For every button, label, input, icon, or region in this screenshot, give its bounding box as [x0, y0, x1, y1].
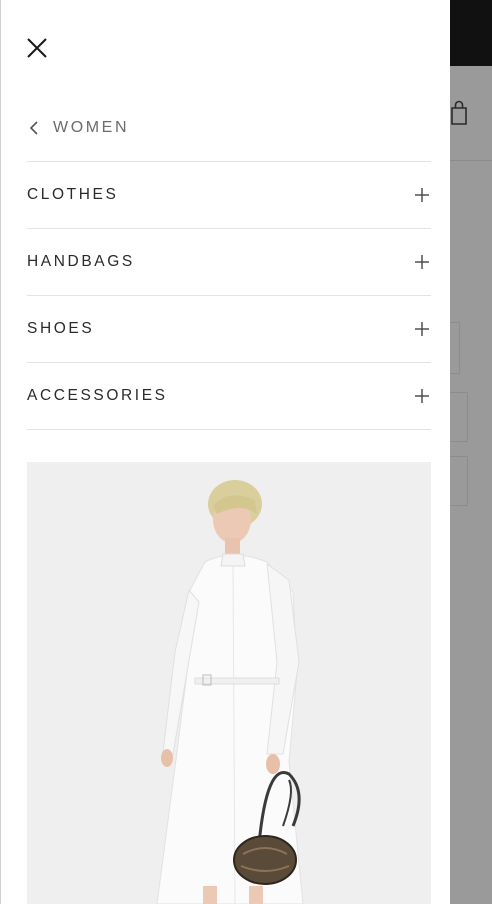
plus-icon: [415, 188, 429, 202]
app-screen: WOMEN CLOTHES HANDBAGS SHOES ACCESSORIES: [0, 0, 492, 904]
menu-item-label: SHOES: [27, 320, 95, 337]
chevron-left-icon: [29, 121, 38, 135]
back-label: WOMEN: [53, 119, 130, 136]
close-button[interactable]: [21, 32, 53, 64]
promo-image[interactable]: [27, 462, 431, 904]
plus-icon: [415, 322, 429, 336]
menu-item-label: CLOTHES: [27, 186, 119, 203]
close-icon: [27, 38, 47, 58]
plus-icon: [415, 389, 429, 403]
shopping-bag-icon[interactable]: [448, 100, 470, 126]
menu-item-shoes[interactable]: SHOES: [27, 296, 431, 363]
menu-item-label: HANDBAGS: [27, 253, 135, 270]
background-divider: [450, 160, 492, 161]
background-top-bar: [450, 0, 492, 66]
menu-item-handbags[interactable]: HANDBAGS: [27, 229, 431, 296]
back-button[interactable]: WOMEN: [27, 112, 129, 144]
menu-item-label: ACCESSORIES: [27, 387, 168, 404]
category-menu: CLOTHES HANDBAGS SHOES ACCESSORIES: [27, 161, 431, 430]
model-photo: [156, 480, 304, 904]
navigation-drawer: WOMEN CLOTHES HANDBAGS SHOES ACCESSORIES: [0, 0, 450, 904]
plus-icon: [415, 255, 429, 269]
menu-item-clothes[interactable]: CLOTHES: [27, 162, 431, 229]
menu-item-accessories[interactable]: ACCESSORIES: [27, 363, 431, 430]
